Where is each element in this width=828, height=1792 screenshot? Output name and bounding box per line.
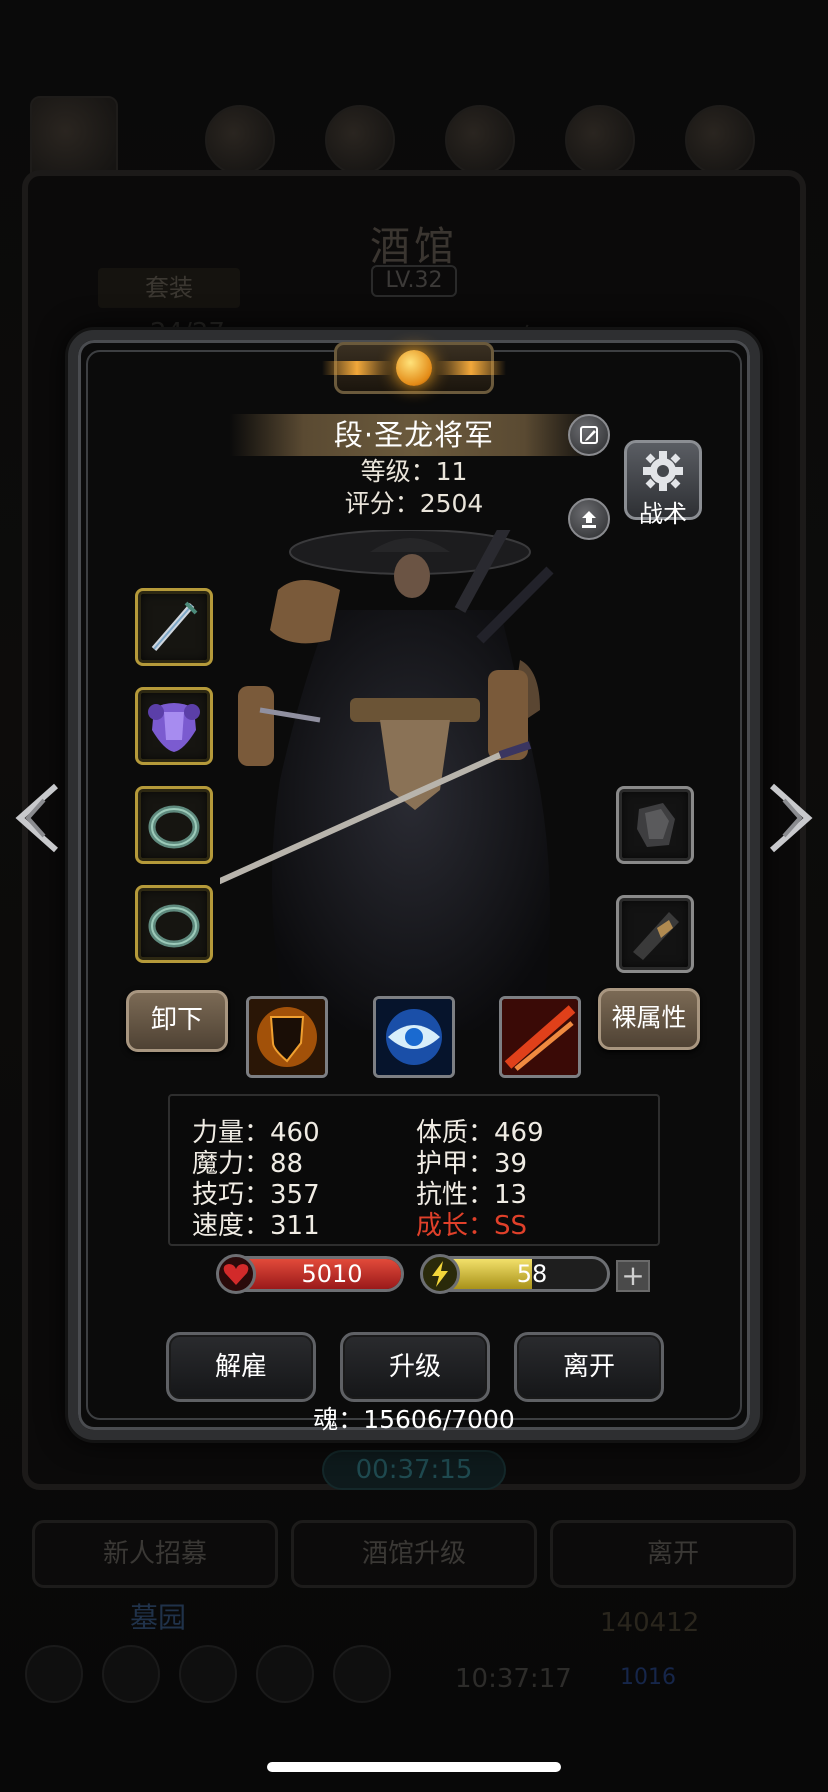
ring-icon (148, 904, 200, 948)
ring-slot[interactable] (135, 786, 213, 864)
energy-value: 58 (516, 1260, 548, 1288)
rename-button[interactable] (568, 414, 610, 456)
background-resource-icon (445, 105, 515, 175)
background-nav-icon (102, 1645, 160, 1703)
upload-icon (582, 511, 596, 528)
ring-slot[interactable] (135, 885, 213, 963)
dismiss-button[interactable]: 解雇 (166, 1332, 316, 1402)
background-clock: 10:37:17 (455, 1664, 572, 1694)
slash-skill-slot[interactable] (499, 996, 581, 1078)
background-blue-currency: 1016 (620, 1665, 676, 1690)
background-set-tab: 套装 (98, 268, 240, 308)
background-grave-label: 墓园 (130, 1601, 187, 1634)
speed-stat: 速度：311 (192, 1211, 320, 1241)
background-upgrade-button: 酒馆升级 (291, 1520, 537, 1588)
background-resource-icon (565, 105, 635, 175)
background-nav-icon (256, 1645, 314, 1703)
home-indicator[interactable] (267, 1762, 561, 1772)
bracer-icon (633, 912, 679, 960)
gauntlet-icon (637, 803, 675, 847)
gauntlet-slot[interactable] (616, 786, 694, 864)
background-recruit-button: 新人招募 (32, 1520, 278, 1588)
bare-attributes-button[interactable]: 裸属性 (598, 988, 700, 1050)
background-title: 酒馆 (370, 224, 458, 270)
background-nav-icon (179, 1645, 237, 1703)
lightning-icon (420, 1254, 460, 1294)
bracer-slot[interactable] (616, 895, 694, 973)
pencil-icon (580, 426, 598, 444)
next-hero-arrow-icon[interactable] (762, 780, 818, 856)
add-energy-button[interactable]: + (616, 1260, 650, 1292)
unequip-button[interactable]: 卸下 (126, 990, 228, 1052)
shield-skill-icon (249, 999, 325, 1075)
background-timer: 00:37:15 (322, 1450, 506, 1490)
armor-slot[interactable] (135, 687, 213, 765)
hero-level: 等级：11 (360, 457, 468, 486)
hero-score: 评分：2504 (344, 489, 484, 518)
ring-icon (148, 805, 200, 849)
background-resource-icon (325, 105, 395, 175)
crescent-gem-icon (396, 350, 432, 386)
sword-icon (151, 601, 198, 651)
heart-icon (216, 1254, 256, 1294)
eye-skill-slot[interactable] (373, 996, 455, 1078)
tactics-label: 战术 (639, 500, 687, 528)
slash-skill-icon (502, 999, 578, 1075)
previous-hero-arrow-icon[interactable] (10, 780, 66, 856)
background-nav-icon (25, 1645, 83, 1703)
leave-button[interactable]: 离开 (514, 1332, 664, 1402)
growth-stat: 成长：SS (416, 1211, 528, 1241)
eye-skill-icon (376, 999, 452, 1075)
background-gold: 140412 (600, 1608, 700, 1638)
shield-skill-slot[interactable] (246, 996, 328, 1078)
upgrade-button[interactable]: 升级 (340, 1332, 490, 1402)
soul-counter: 魂：15606/7000 (313, 1405, 515, 1434)
hero-name: 段·圣龙将军 (333, 418, 495, 452)
background-level: LV.32 (371, 265, 457, 297)
background-nav-icon (333, 1645, 391, 1703)
weapon-slot[interactable] (135, 588, 213, 666)
hp-value: 5010 (301, 1260, 363, 1288)
background-resource-icon (205, 105, 275, 175)
crest-wing-left (322, 361, 392, 375)
background-leave-button: 离开 (550, 1520, 796, 1588)
crest-wing-right (436, 361, 506, 375)
background-resource-icon (685, 105, 755, 175)
armor-icon (148, 703, 200, 752)
